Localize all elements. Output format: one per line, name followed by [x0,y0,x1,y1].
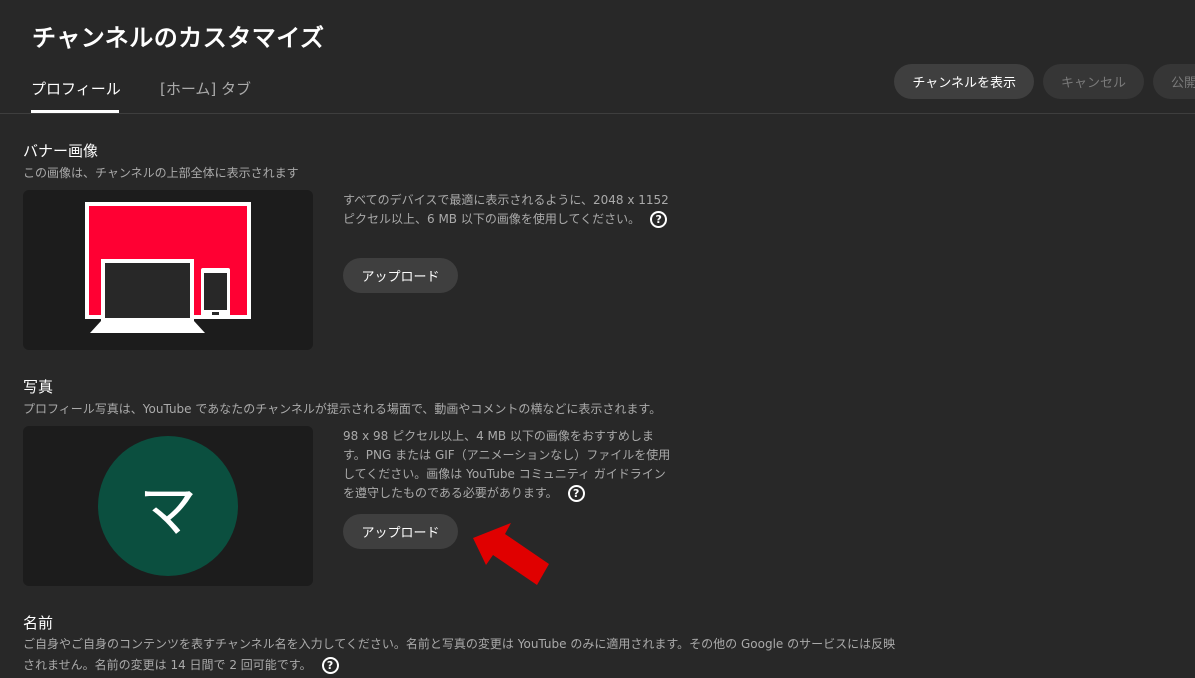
name-description-text: ご自身やご自身のコンテンツを表すチャンネル名を入力してください。名前と写真の変更… [23,637,896,672]
photo-info-text: 98 x 98 ピクセル以上、4 MB 以下の画像をおすすめします。PNG また… [343,429,671,500]
banner-info: すべてのデバイスで最適に表示されるように、2048 x 1152 ピクセル以上、… [343,191,673,229]
view-channel-button[interactable]: チャンネルを表示 [894,64,1034,99]
banner-info-text: すべてのデバイスで最適に表示されるように、2048 x 1152 ピクセル以上、… [343,193,669,226]
page-title: チャンネルのカスタマイズ [32,24,325,52]
header-divider [0,113,1195,114]
cancel-button[interactable]: キャンセル [1042,64,1144,99]
help-icon[interactable]: ? [321,657,339,674]
photo-section-title: 写真 [23,378,54,396]
photo-preview: マ [23,426,313,586]
tab-home[interactable]: [ホーム] タブ [160,78,251,114]
name-section-title: 名前 [23,614,54,632]
photo-upload-button[interactable]: アップロード [343,514,458,549]
photo-section-description: プロフィール写真は、YouTube であなたのチャンネルが提示される場面で、動画… [23,402,662,416]
tab-profile[interactable]: プロフィール [31,78,121,114]
banner-section-description: この画像は、チャンネルの上部全体に表示されます [23,166,299,180]
header-actions: チャンネルを表示 キャンセル 公開 [894,64,1195,99]
name-section-description: ご自身やご自身のコンテンツを表すチャンネル名を入力してください。名前と写真の変更… [23,634,903,676]
banner-section-title: バナー画像 [23,142,99,160]
help-icon[interactable]: ? [567,485,585,502]
banner-preview [23,190,313,350]
devices-illustration-icon [85,202,251,333]
arrow-pointer-icon [473,523,549,585]
avatar: マ [98,436,238,576]
customize-channel-page: チャンネルのカスタマイズ プロフィール [ホーム] タブ チャンネルを表示 キャ… [0,0,1195,678]
banner-upload-button[interactable]: アップロード [343,258,458,293]
photo-info: 98 x 98 ピクセル以上、4 MB 以下の画像をおすすめします。PNG また… [343,427,673,503]
help-icon[interactable]: ? [650,211,668,228]
publish-button[interactable]: 公開 [1152,64,1195,99]
